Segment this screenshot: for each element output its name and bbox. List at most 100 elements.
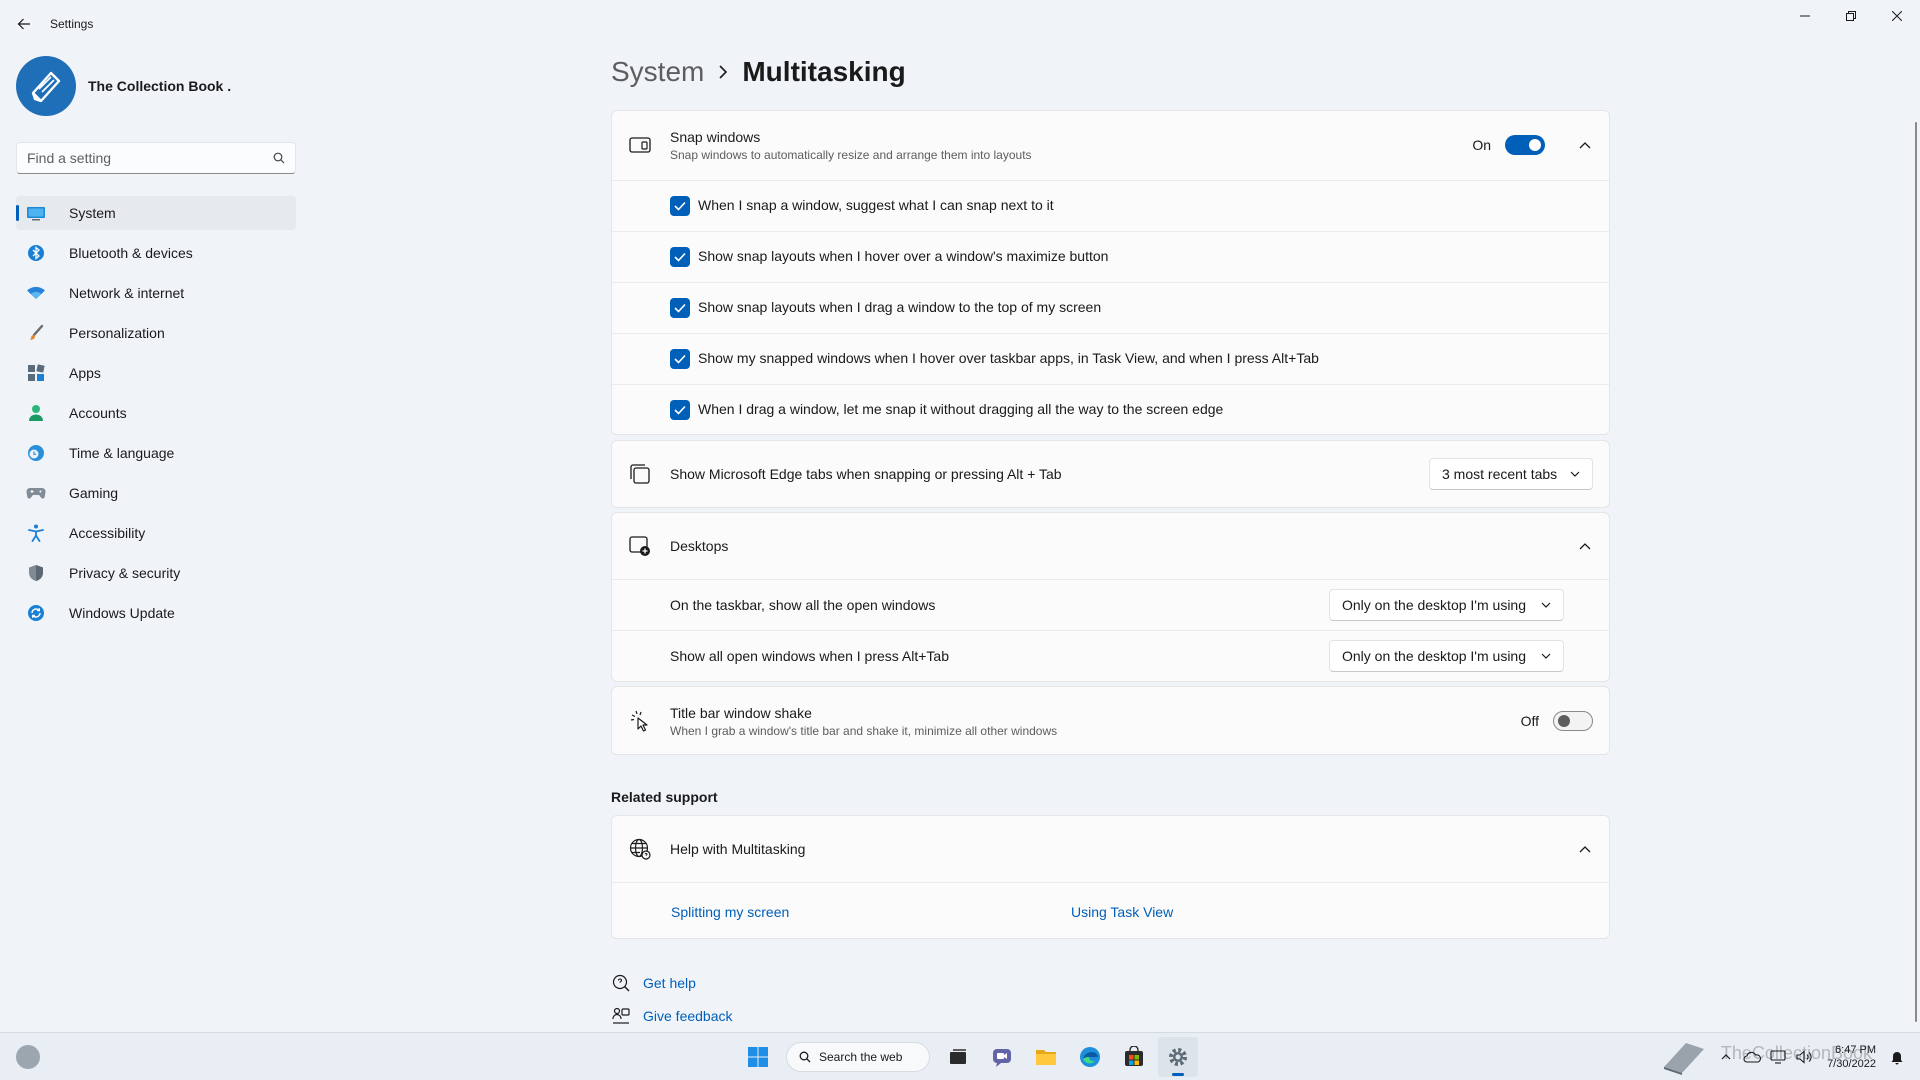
scrollbar[interactable] — [1915, 122, 1917, 1022]
sidebar-item-privacy[interactable]: Privacy & security — [16, 556, 296, 590]
settings-app-button[interactable] — [1158, 1037, 1198, 1077]
start-button[interactable] — [738, 1037, 778, 1077]
display-icon[interactable] — [1767, 1046, 1789, 1068]
file-explorer-button[interactable] — [1026, 1037, 1066, 1077]
snap-windows-toggle[interactable] — [1505, 135, 1545, 155]
page-title: Multitasking — [742, 56, 906, 87]
sidebar-item-system[interactable]: System — [16, 196, 296, 230]
brush-icon — [26, 323, 46, 343]
back-arrow-icon — [17, 18, 30, 30]
volume-icon[interactable] — [1793, 1046, 1815, 1068]
snap-windows-collapse-button[interactable] — [1573, 133, 1597, 157]
sidebar-item-windows-update[interactable]: Windows Update — [16, 596, 296, 630]
system-clock[interactable]: 6:47 PM 7/30/2022 — [1827, 1043, 1876, 1071]
snap-option-checkbox[interactable] — [670, 400, 690, 420]
sidebar-item-label: Windows Update — [69, 605, 175, 621]
breadcrumb-parent[interactable]: System — [611, 56, 704, 88]
snap-option-row[interactable]: When I snap a window, suggest what I can… — [612, 180, 1609, 231]
window-shake-toggle[interactable] — [1553, 711, 1593, 731]
sidebar-item-personalization[interactable]: Personalization — [16, 316, 296, 350]
edge-tabs-dropdown[interactable]: 3 most recent tabs — [1429, 458, 1593, 490]
gear-icon — [1169, 1048, 1187, 1066]
edge-tabs-card: Show Microsoft Edge tabs when snapping o… — [611, 440, 1610, 508]
sidebar-item-accounts[interactable]: Accounts — [16, 396, 296, 430]
sidebar-item-bluetooth[interactable]: Bluetooth & devices — [16, 236, 296, 270]
sidebar-item-accessibility[interactable]: Accessibility — [16, 516, 296, 550]
sidebar-item-apps[interactable]: Apps — [16, 356, 296, 390]
desktops-row-label: Show all open windows when I press Alt+T… — [670, 648, 949, 664]
back-button[interactable] — [12, 12, 36, 36]
taskbar-windows-dropdown[interactable]: Only on the desktop I'm using — [1329, 589, 1564, 621]
checkmark-icon — [674, 303, 686, 313]
help-title: Help with Multitasking — [670, 841, 806, 857]
minimize-button[interactable] — [1782, 0, 1828, 32]
close-button[interactable] — [1874, 0, 1920, 32]
snap-option-row[interactable]: Show snap layouts when I drag a window t… — [612, 282, 1609, 333]
teams-chat-button[interactable] — [982, 1037, 1022, 1077]
restore-button[interactable] — [1828, 0, 1874, 32]
sidebar-item-network[interactable]: Network & internet — [16, 276, 296, 310]
taskbar-search[interactable]: Search the web — [786, 1042, 930, 1072]
snap-option-label: Show snap layouts when I drag a window t… — [698, 299, 1102, 315]
snap-windows-state: On — [1472, 137, 1491, 153]
snap-option-row[interactable]: Show snap layouts when I hover over a wi… — [612, 231, 1609, 282]
store-bag-icon — [1125, 1046, 1143, 1066]
folder-icon — [1036, 1050, 1056, 1065]
snap-option-checkbox[interactable] — [670, 196, 690, 216]
checkmark-icon — [674, 252, 686, 262]
snap-option-checkbox[interactable] — [670, 247, 690, 267]
sidebar-item-label: Network & internet — [69, 285, 185, 301]
snap-option-checkbox[interactable] — [670, 349, 690, 369]
apps-icon — [26, 363, 46, 383]
snap-option-checkbox[interactable] — [670, 298, 690, 318]
sidebar-item-label: Privacy & security — [69, 565, 181, 581]
help-card: Help with Multitasking Splitting my scre… — [611, 815, 1610, 939]
snap-option-label: When I snap a window, suggest what I can… — [698, 197, 1054, 213]
sidebar-item-time-language[interactable]: Time & language — [16, 436, 296, 470]
desktops-header[interactable]: Desktops — [612, 513, 1609, 579]
get-help-link[interactable]: Get help — [611, 966, 733, 999]
sidebar-item-label: Accessibility — [69, 525, 146, 541]
person-icon — [26, 403, 46, 423]
user-profile[interactable]: The Collection Book . — [16, 56, 231, 116]
related-support-heading: Related support — [611, 789, 718, 805]
desktop-add-icon — [628, 534, 652, 558]
chevron-up-icon[interactable] — [1715, 1046, 1737, 1068]
give-feedback-label: Give feedback — [643, 1007, 733, 1024]
restore-icon — [1846, 11, 1856, 21]
sidebar-item-label: Apps — [69, 365, 101, 381]
store-button[interactable] — [1114, 1037, 1154, 1077]
snap-windows-icon — [628, 133, 652, 157]
widgets-button[interactable] — [16, 1045, 40, 1069]
snap-windows-header[interactable]: Snap windows Snap windows to automatical… — [612, 111, 1609, 180]
close-icon — [1892, 11, 1902, 21]
help-header[interactable]: Help with Multitasking — [612, 816, 1609, 882]
chevron-up-icon — [1579, 846, 1591, 853]
task-view-icon — [950, 1049, 966, 1064]
splitting-screen-link[interactable]: Splitting my screen — [671, 904, 789, 920]
task-view-link[interactable]: Using Task View — [1071, 904, 1173, 920]
snap-option-label: Show snap layouts when I hover over a wi… — [698, 248, 1109, 264]
checkmark-icon — [674, 405, 686, 415]
onedrive-icon[interactable] — [1741, 1046, 1763, 1068]
get-help-label: Get help — [643, 974, 696, 991]
alt-tab-windows-dropdown[interactable]: Only on the desktop I'm using — [1329, 640, 1564, 672]
desktops-collapse-button[interactable] — [1573, 534, 1597, 558]
sidebar-item-label: Time & language — [69, 445, 175, 461]
edge-button[interactable] — [1070, 1037, 1110, 1077]
help-collapse-button[interactable] — [1573, 837, 1597, 861]
wifi-icon — [26, 283, 46, 303]
taskbar-search-label: Search the web — [819, 1050, 903, 1064]
give-feedback-link[interactable]: Give feedback — [611, 999, 733, 1032]
windows-logo-icon — [748, 1047, 768, 1067]
notification-bell-icon[interactable] — [1886, 1046, 1908, 1068]
sidebar-item-gaming[interactable]: Gaming — [16, 476, 296, 510]
clock-time: 6:47 PM — [1835, 1044, 1876, 1056]
snap-option-row[interactable]: When I drag a window, let me snap it wit… — [612, 384, 1609, 435]
snap-option-row[interactable]: Show my snapped windows when I hover ove… — [612, 333, 1609, 384]
edge-browser-icon — [1080, 1047, 1100, 1067]
search-input[interactable] — [17, 150, 263, 166]
search-button[interactable] — [263, 152, 295, 164]
task-view-button[interactable] — [938, 1037, 978, 1077]
search-box[interactable] — [16, 142, 296, 174]
